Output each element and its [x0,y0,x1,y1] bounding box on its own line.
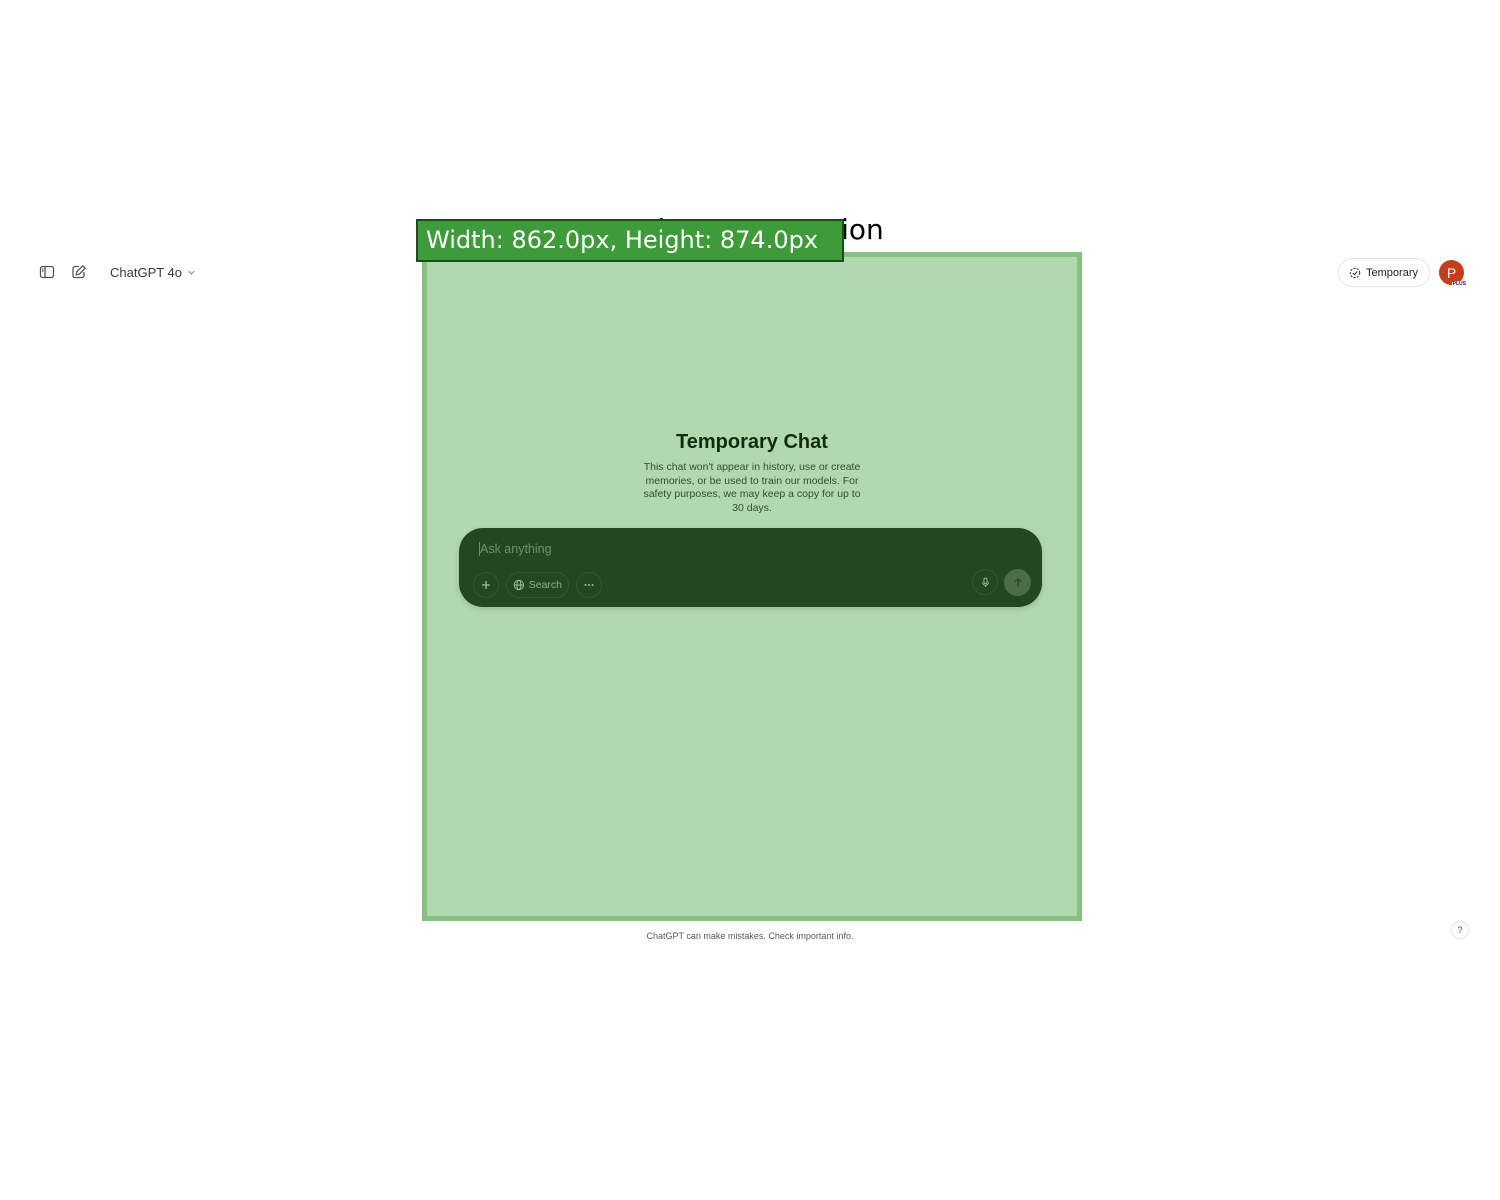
search-label: Search [528,579,562,591]
plan-badge: PLUS [1451,281,1467,287]
help-button[interactable]: ? [1451,921,1469,939]
model-label: ChatGPT 4o [110,264,183,280]
model-selector[interactable]: ChatGPT 4o [110,265,196,280]
microphone-icon [981,577,989,587]
temporary-label: Temporary [1366,266,1418,279]
header-right: Temporary P PLUS [1338,258,1467,287]
temporary-chat-icon [1349,267,1361,278]
chevron-down-icon [188,270,195,275]
voice-input-button[interactable] [972,569,998,595]
temporary-chat-button[interactable]: Temporary [1338,258,1430,287]
arrow-up-icon [1013,577,1022,587]
more-tools-button[interactable] [576,572,602,598]
header-left: ChatGPT 4o [38,262,196,282]
overlay-size-label: Width: 862.0px, Height: 874.0px [416,219,844,262]
avatar-initial: P [1446,264,1457,281]
message-input[interactable] [480,542,960,556]
search-button[interactable]: Search [506,572,569,598]
globe-icon [513,579,525,591]
page-description: This chat won't appear in history, use o… [643,461,861,514]
page-title: Temporary Chat [676,431,828,453]
attach-button[interactable] [473,572,499,598]
avatar[interactable]: P PLUS [1439,260,1467,287]
new-chat-icon[interactable] [70,263,88,281]
send-button[interactable] [1004,569,1031,596]
temporary-chat-intro: Temporary Chat This chat won't appear in… [422,431,1082,515]
disclaimer-text: ChatGPT can make mistakes. Check importa… [646,931,854,941]
message-composer: Search [459,528,1042,607]
sidebar-toggle-icon[interactable] [38,263,56,281]
more-icon [584,584,594,586]
plus-icon [482,581,490,589]
